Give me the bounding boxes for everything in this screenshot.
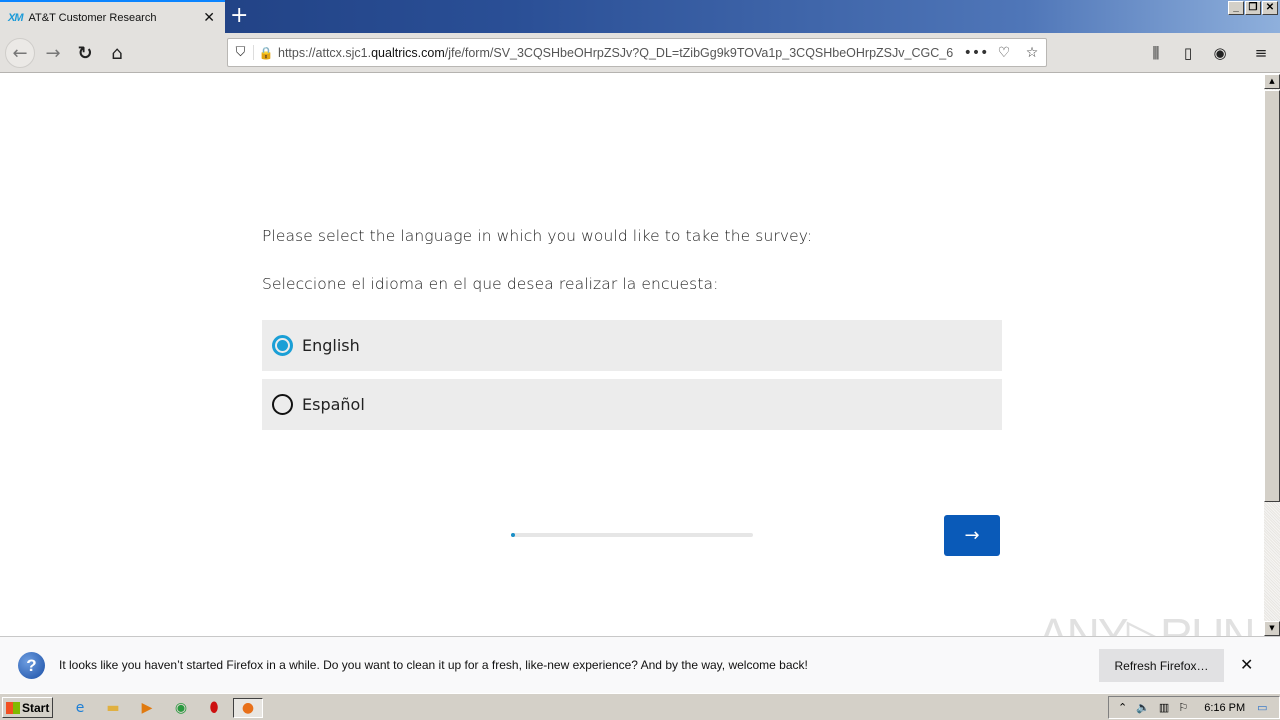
choice-english[interactable]: English — [262, 320, 1002, 371]
lock-icon[interactable]: 🔒 — [254, 46, 278, 60]
start-label: Start — [22, 700, 50, 715]
question-text-english: Please select the language in which you … — [262, 227, 813, 245]
radio-dot — [277, 340, 288, 351]
radio-unselected-icon[interactable] — [272, 394, 293, 415]
forward-button[interactable]: → — [38, 38, 68, 68]
arrow-right-icon: → — [964, 525, 980, 546]
refresh-firefox-notification: ? It looks like you haven’t started Fire… — [0, 636, 1280, 693]
account-button[interactable]: ◉ — [1205, 38, 1235, 68]
vertical-scrollbar[interactable]: ▲ ▼ — [1264, 74, 1280, 636]
choice-label: Español — [302, 395, 365, 414]
qualtrics-favicon-icon: XM — [8, 11, 23, 24]
arrow-left-icon: ← — [12, 42, 28, 64]
windows-logo-icon — [6, 701, 20, 714]
action-center-flag-icon[interactable]: ⚐ — [1178, 701, 1188, 714]
tab-bar: XM AT&T Customer Research ✕ + _ ❐ ✕ — [0, 0, 1280, 33]
url-domain: qualtrics.com — [371, 45, 445, 60]
scroll-up-arrow-icon[interactable]: ▲ — [1264, 74, 1280, 89]
radio-selected-icon[interactable] — [272, 335, 293, 356]
network-icon[interactable]: ▥ — [1159, 701, 1169, 714]
progress-bar — [511, 533, 753, 537]
browser-tab-active[interactable]: XM AT&T Customer Research ✕ — [0, 0, 225, 33]
internet-explorer-icon[interactable]: e — [69, 698, 91, 718]
tab-close-icon[interactable]: ✕ — [203, 10, 215, 26]
start-button[interactable]: Start — [2, 697, 53, 718]
window-close-button[interactable]: ✕ — [1262, 1, 1278, 15]
clock[interactable]: 6:16 PM — [1204, 702, 1245, 714]
question-text-spanish: Seleccione el idioma en el que desea rea… — [262, 275, 719, 293]
home-button[interactable]: ⌂ — [102, 38, 132, 68]
restore-button[interactable]: ❐ — [1245, 1, 1261, 15]
reload-icon: ↻ — [77, 42, 93, 64]
system-tray: ⌃ 🔈 ▥ ⚐ 6:16 PM ▭ — [1108, 696, 1280, 719]
pocket-icon[interactable]: ♡ — [990, 45, 1018, 61]
url-text[interactable]: https://attcx.sjc1.qualtrics.com/jfe/for… — [278, 46, 962, 60]
show-hidden-icons-icon[interactable]: ⌃ — [1118, 701, 1127, 714]
arrow-right-icon: → — [45, 42, 61, 64]
back-button[interactable]: ← — [5, 38, 35, 68]
choice-espanol[interactable]: Español — [262, 379, 1002, 430]
notification-close-icon[interactable]: ✕ — [1240, 655, 1253, 674]
refresh-firefox-button[interactable]: Refresh Firefox… — [1099, 649, 1224, 682]
question-icon: ? — [18, 652, 45, 679]
address-bar[interactable]: ⛉ 🔒 https://attcx.sjc1.qualtrics.com/jfe… — [227, 38, 1047, 67]
library-button[interactable]: ⫼ — [1141, 38, 1171, 68]
windows-taskbar: Start e ▬ ▶ ◉ ⬮ ● ⌃ 🔈 ▥ ⚐ 6:16 PM ▭ — [0, 693, 1280, 720]
library-icon: ⫼ — [1152, 44, 1160, 62]
url-path: /jfe/form/SV_3CQSHbeOHrpZSJv?Q_DL=tZibGg… — [444, 45, 954, 60]
navigation-toolbar: ← → ↻ ⌂ ⛉ 🔒 https://attcx.sjc1.qualtrics… — [0, 33, 1280, 73]
volume-icon[interactable]: 🔈 — [1136, 701, 1150, 714]
window-controls: _ ❐ ✕ — [1228, 1, 1278, 15]
page-actions-icon[interactable]: ••• — [962, 45, 990, 61]
chrome-icon[interactable]: ◉ — [170, 698, 192, 718]
sidebar-icon: ▯ — [1183, 44, 1193, 62]
bookmark-star-icon[interactable]: ☆ — [1018, 45, 1046, 61]
tracking-protection-shield-icon[interactable]: ⛉ — [228, 45, 254, 60]
minimize-button[interactable]: _ — [1228, 1, 1244, 15]
file-explorer-icon[interactable]: ▬ — [102, 698, 124, 718]
notification-message: It looks like you haven’t started Firefo… — [59, 658, 808, 672]
scroll-down-arrow-icon[interactable]: ▼ — [1264, 621, 1280, 636]
url-prefix: https://attcx.sjc1. — [278, 45, 372, 60]
new-tab-button[interactable]: + — [230, 4, 248, 28]
choice-label: English — [302, 336, 360, 355]
show-desktop-icon[interactable]: ▭ — [1257, 701, 1267, 714]
sidebar-button[interactable]: ▯ — [1173, 38, 1203, 68]
firefox-icon[interactable]: ● — [233, 698, 263, 718]
progress-fill — [511, 533, 515, 537]
scrollbar-thumb[interactable] — [1264, 90, 1280, 502]
reload-button[interactable]: ↻ — [70, 38, 100, 68]
media-player-icon[interactable]: ▶ — [136, 698, 158, 718]
next-button[interactable]: → — [944, 515, 1000, 556]
tab-title: AT&T Customer Research — [28, 11, 157, 24]
survey-page: Please select the language in which you … — [0, 74, 1264, 636]
home-icon: ⌂ — [111, 42, 123, 64]
hamburger-menu-icon: ≡ — [1254, 44, 1268, 62]
menu-button[interactable]: ≡ — [1246, 38, 1276, 68]
opera-icon[interactable]: ⬮ — [203, 698, 225, 718]
account-icon: ◉ — [1213, 44, 1227, 62]
